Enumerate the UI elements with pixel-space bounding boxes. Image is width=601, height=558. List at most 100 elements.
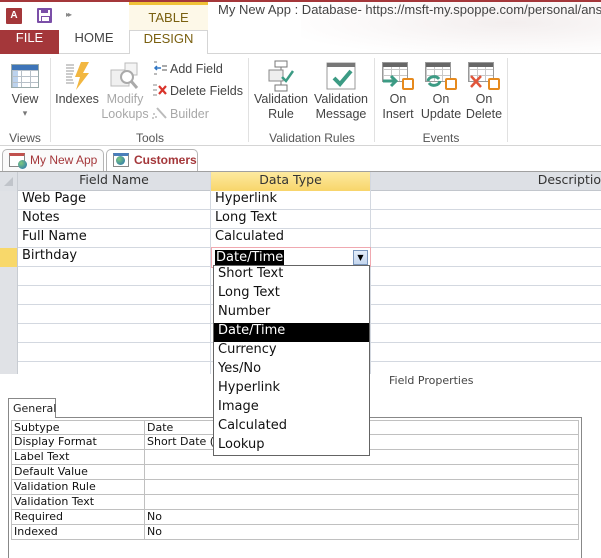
table-row[interactable]: Web Page Hyperlink <box>0 191 601 210</box>
property-row[interactable]: Validation Text <box>11 495 579 510</box>
row-selector[interactable] <box>0 286 18 305</box>
description-cell[interactable] <box>371 210 601 229</box>
indexes-lightning-icon <box>61 60 93 92</box>
row-selector-current[interactable] <box>0 248 18 267</box>
description-cell[interactable] <box>371 324 601 343</box>
view-dropdown-arrow[interactable]: ▾ <box>4 107 46 119</box>
save-icon[interactable] <box>37 8 52 23</box>
tab-file[interactable]: FILE <box>0 30 59 54</box>
row-selector[interactable] <box>0 191 18 210</box>
modify-lookups-button[interactable]: Modify Lookups <box>101 60 149 122</box>
dropdown-option[interactable]: Number <box>214 304 369 323</box>
doc-tab-label: My New App <box>30 153 98 167</box>
on-update-button[interactable]: On Update <box>419 60 463 122</box>
property-value[interactable] <box>145 465 579 480</box>
property-label: Validation Rule <box>11 480 145 495</box>
field-name-cell[interactable] <box>18 267 211 286</box>
dropdown-option[interactable]: Hyperlink <box>214 380 369 399</box>
dropdown-option-selected[interactable]: Date/Time <box>214 323 369 342</box>
field-name-cell[interactable]: Full Name <box>18 229 211 248</box>
row-selector[interactable] <box>0 362 18 374</box>
group-label-views: Views <box>9 131 41 145</box>
dropdown-option[interactable]: Image <box>214 399 369 418</box>
on-delete-icon <box>468 60 500 92</box>
indexes-button[interactable]: Indexes <box>54 60 100 107</box>
select-all-corner[interactable] <box>0 172 18 191</box>
access-app-icon[interactable]: A <box>6 8 22 24</box>
row-selector[interactable] <box>0 210 18 229</box>
property-row[interactable]: Validation Rule <box>11 480 579 495</box>
on-insert-button[interactable]: On Insert <box>378 60 418 122</box>
dropdown-option[interactable]: Short Text <box>214 266 369 285</box>
doc-tab-customers[interactable]: Customers <box>106 149 198 171</box>
on-delete-button[interactable]: On Delete <box>464 60 504 122</box>
row-selector[interactable] <box>0 267 18 286</box>
view-label: View <box>11 92 39 106</box>
property-label: Subtype <box>11 421 145 436</box>
property-row[interactable]: Default Value <box>11 465 579 480</box>
validation-message-button[interactable]: Validation Message <box>311 60 371 122</box>
property-value[interactable]: No <box>145 525 579 540</box>
doc-tab-my-new-app[interactable]: My New App <box>2 149 104 171</box>
group-separator <box>50 58 51 142</box>
dropdown-option[interactable]: Lookup <box>214 437 369 456</box>
table-row[interactable]: Notes Long Text <box>0 210 601 229</box>
group-separator <box>248 58 249 142</box>
data-type-cell[interactable]: Long Text <box>211 210 371 229</box>
description-cell[interactable] <box>371 305 601 324</box>
property-label: Required <box>11 510 145 525</box>
dropdown-option[interactable]: Currency <box>214 342 369 361</box>
property-row[interactable]: Indexed No <box>11 525 579 540</box>
dropdown-option[interactable]: Yes/No <box>214 361 369 380</box>
field-properties-title: Field Properties <box>389 374 474 387</box>
field-name-cell[interactable]: Birthday <box>18 248 211 267</box>
description-cell[interactable] <box>371 248 601 267</box>
dropdown-option[interactable]: Calculated <box>214 418 369 437</box>
table-row[interactable]: Full Name Calculated <box>0 229 601 248</box>
validation-rule-button[interactable]: Validation Rule <box>252 60 310 122</box>
row-selector[interactable] <box>0 305 18 324</box>
access-window: A ▸▸ TABLE TOOLS My New App : Database- … <box>0 0 601 558</box>
field-name-cell[interactable] <box>18 286 211 305</box>
header-description[interactable]: Descriptio <box>371 172 601 191</box>
add-field-button[interactable]: Add Field <box>152 60 223 78</box>
description-cell[interactable] <box>371 229 601 248</box>
group-label-events: Events <box>422 131 460 145</box>
dropdown-option[interactable]: Long Text <box>214 285 369 304</box>
row-selector[interactable] <box>0 343 18 362</box>
data-type-dropdown-list: Short Text Long Text Number Date/Time Cu… <box>213 265 370 456</box>
field-name-cell[interactable]: Notes <box>18 210 211 229</box>
description-cell[interactable] <box>371 267 601 286</box>
customize-toolbar-icon[interactable]: ▸▸ <box>66 10 72 19</box>
header-field-name[interactable]: Field Name <box>18 172 211 191</box>
builder-button[interactable]: Builder <box>152 105 209 123</box>
description-cell[interactable] <box>371 191 601 210</box>
field-name-cell[interactable]: Web Page <box>18 191 211 210</box>
property-value[interactable] <box>145 480 579 495</box>
field-name-cell[interactable] <box>18 362 211 374</box>
tab-general[interactable]: General <box>8 398 56 418</box>
property-value[interactable] <box>145 495 579 510</box>
add-field-label: Add Field <box>170 62 223 76</box>
delete-fields-button[interactable]: Delete Fields <box>152 82 243 100</box>
data-type-cell[interactable]: Calculated <box>211 229 371 248</box>
group-separator <box>374 58 375 142</box>
row-selector[interactable] <box>0 324 18 343</box>
field-name-cell[interactable] <box>18 343 211 362</box>
tab-design[interactable]: DESIGN <box>129 30 208 55</box>
on-insert-label-1: On <box>389 92 407 106</box>
field-name-cell[interactable] <box>18 305 211 324</box>
data-type-cell[interactable]: Hyperlink <box>211 191 371 210</box>
property-row[interactable]: Required No <box>11 510 579 525</box>
description-cell[interactable] <box>371 343 601 362</box>
description-cell[interactable] <box>371 286 601 305</box>
tab-home[interactable]: HOME <box>59 30 129 54</box>
row-selector[interactable] <box>0 229 18 248</box>
dropdown-arrow-button[interactable]: ▼ <box>353 250 368 265</box>
view-button[interactable]: View ▾ <box>4 60 46 119</box>
data-type-combobox-value[interactable]: Date/Time <box>215 250 285 265</box>
header-data-type[interactable]: Data Type <box>211 172 371 191</box>
delete-fields-label: Delete Fields <box>170 84 243 98</box>
field-name-cell[interactable] <box>18 324 211 343</box>
property-value[interactable]: No <box>145 510 579 525</box>
